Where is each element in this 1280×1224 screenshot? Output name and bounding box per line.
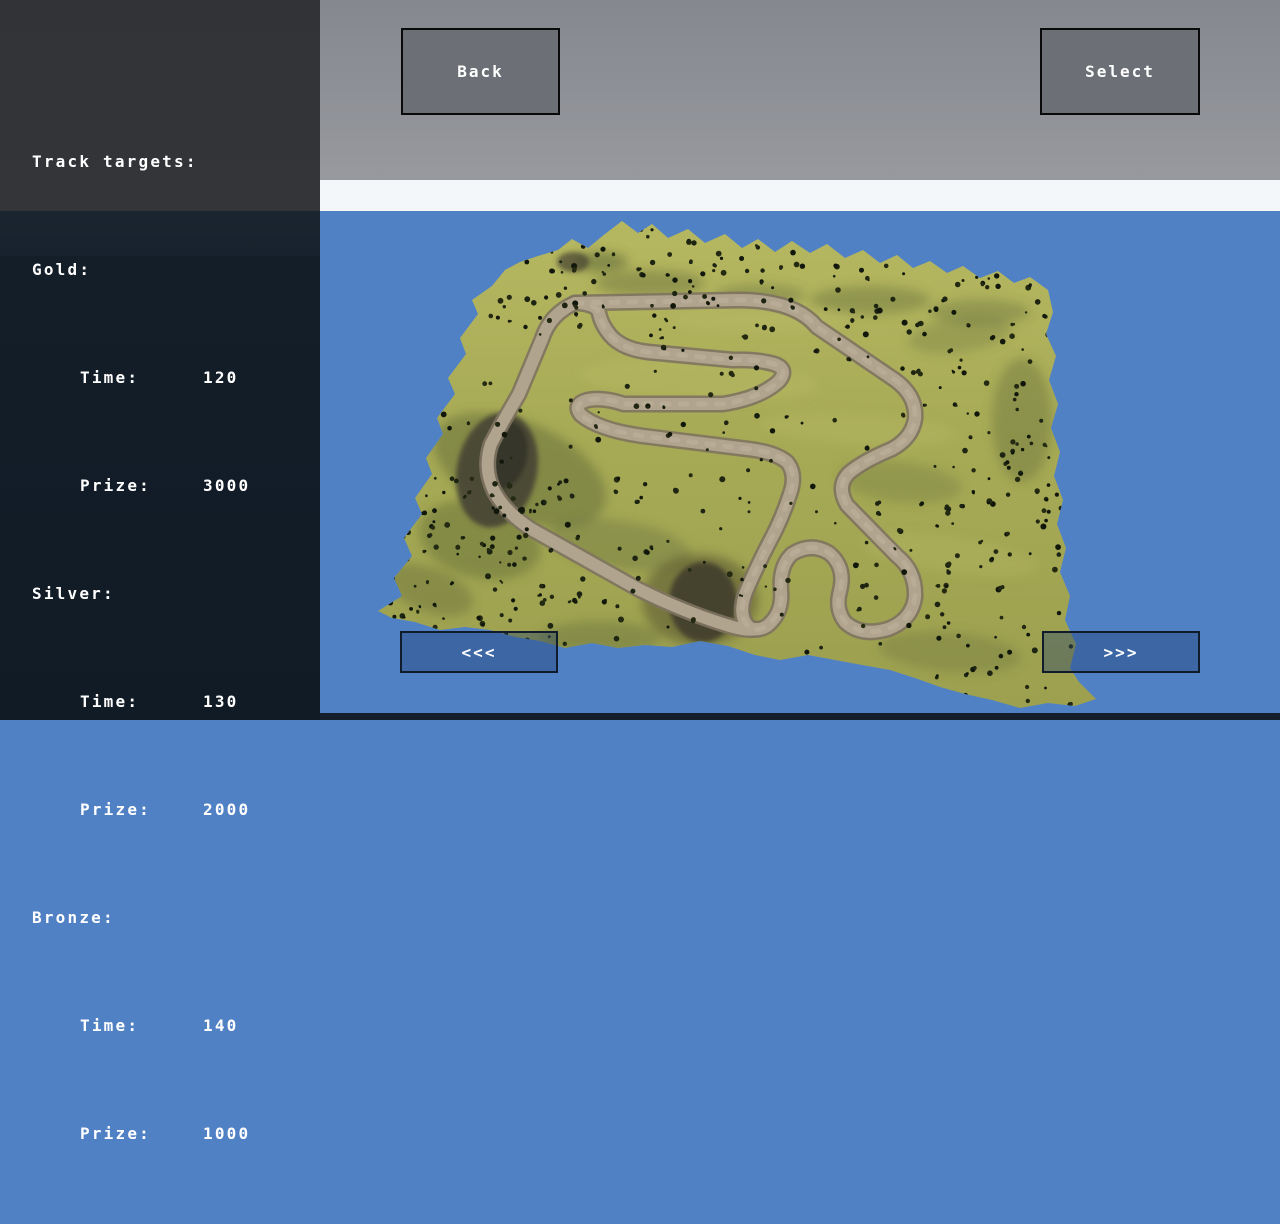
next-track-button[interactable]: >>>	[1042, 631, 1200, 673]
rank-bronze-label: Bronze:	[32, 900, 250, 936]
bronze-prize-value: 1000	[203, 1124, 250, 1143]
select-button[interactable]: Select	[1040, 28, 1200, 115]
bronze-time-row: Time:140	[32, 1008, 250, 1044]
time-label: Time:	[80, 360, 203, 396]
bronze-prize-row: Prize:1000	[32, 1116, 250, 1152]
bronze-time-value: 140	[203, 1016, 239, 1035]
back-button[interactable]: Back	[401, 28, 560, 115]
silver-prize-row: Prize:2000	[32, 792, 250, 828]
select-button-label: Select	[1085, 62, 1155, 81]
prize-label: Prize:	[80, 792, 203, 828]
gold-prize-value: 3000	[203, 476, 250, 495]
time-label: Time:	[80, 1008, 203, 1044]
previous-track-label: <<<	[462, 643, 497, 662]
rank-gold-label: Gold:	[32, 252, 250, 288]
track-targets-text: Track targets: Gold: Time:120 Prize:3000…	[32, 72, 250, 1224]
track-targets-panel: Track targets: Gold: Time:120 Prize:3000…	[0, 0, 320, 720]
silver-time-value: 130	[203, 692, 239, 711]
next-track-label: >>>	[1104, 643, 1139, 662]
prize-label: Prize:	[80, 1116, 203, 1152]
gold-time-value: 120	[203, 368, 239, 387]
gold-prize-row: Prize:3000	[32, 468, 250, 504]
previous-track-button[interactable]: <<<	[400, 631, 558, 673]
silver-time-row: Time:130	[32, 684, 250, 720]
back-button-label: Back	[457, 62, 504, 81]
gold-time-row: Time:120	[32, 360, 250, 396]
prize-label: Prize:	[80, 468, 203, 504]
silver-prize-value: 2000	[203, 800, 250, 819]
separator-strip	[320, 180, 1280, 211]
rank-silver-label: Silver:	[32, 576, 250, 612]
panel-title: Track targets:	[32, 144, 250, 180]
time-label: Time:	[80, 684, 203, 720]
